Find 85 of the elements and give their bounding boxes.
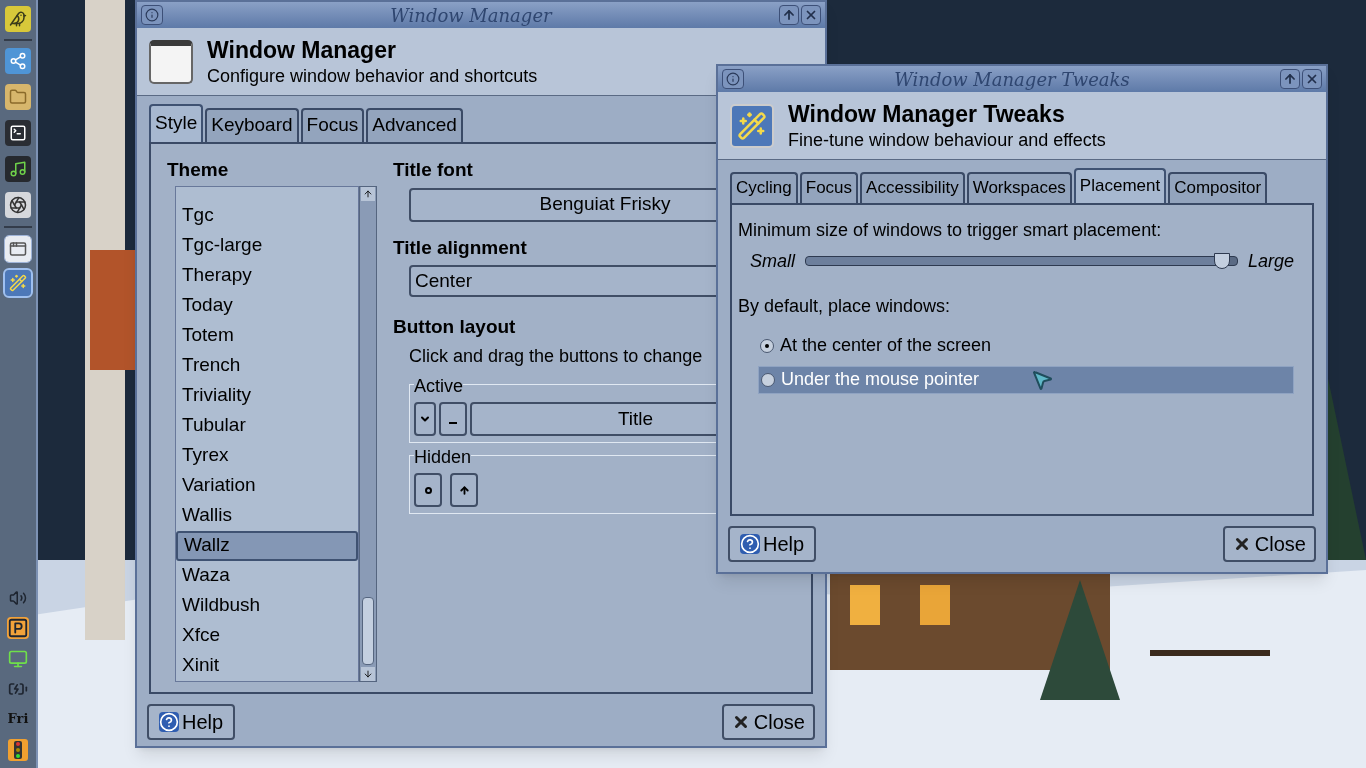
help-button[interactable]: Help [147,703,236,740]
mouse-pointer-icon [1030,368,1054,392]
monitor-icon[interactable] [8,648,28,669]
theme-item[interactable]: Wallz [176,530,358,561]
close-icon [1305,72,1319,86]
arrow-down-icon[interactable] [363,668,373,679]
music-icon[interactable] [5,156,31,182]
scrollbar-thumb[interactable] [362,596,374,665]
theme-item[interactable]: Tyrex [176,440,358,471]
wand-icon [730,103,774,148]
size-slider[interactable] [805,256,1238,267]
parking-icon[interactable] [7,616,29,639]
theme-item[interactable]: Triviality [176,380,358,411]
volume-icon[interactable] [9,588,27,607]
dialog-subheading: Configure window behavior and shortcuts [207,64,538,88]
theme-item[interactable]: Therapy [176,260,358,291]
theme-item[interactable]: Xinit [176,650,358,681]
theme-item[interactable]: Variation [176,470,358,501]
section-label: Button layout [393,315,517,339]
info-icon [145,8,159,22]
window-title: Window Manager Tweaks [894,67,1130,92]
bird-icon[interactable] [5,6,31,32]
tab[interactable]: Style [149,104,204,142]
scrollbar[interactable] [359,185,377,682]
tab[interactable]: Workspaces [966,172,1072,203]
theme-item[interactable]: Wildbush [176,590,358,621]
window-icon [149,39,193,84]
camera-icon[interactable] [5,192,31,218]
tab[interactable]: Keyboard [205,108,299,142]
window-title: Window Manager [390,3,552,28]
close-button[interactable] [1302,69,1322,89]
theme-item[interactable]: Tgc-large [176,230,358,261]
terminal-icon[interactable] [5,120,31,146]
stick-button[interactable] [414,473,442,507]
section-label: Theme [167,157,230,182]
menu-button[interactable] [414,402,436,436]
arrow-up-icon[interactable] [363,188,373,199]
section-label: Title font [393,157,474,182]
dialog-heading: Window Manager Tweaks [788,100,1066,129]
close-button[interactable]: Close [1222,526,1316,562]
theme-item[interactable]: Today [176,290,358,321]
dialog-heading: Window Manager [207,36,397,65]
window-menu-button[interactable] [722,69,744,89]
theme-item[interactable]: Tubular [176,410,358,441]
arrow-up-icon [458,484,470,496]
hint-text: Click and drag the buttons to change [409,345,703,368]
theme-item[interactable]: Totem [176,320,358,351]
tab[interactable]: Focus [799,172,859,203]
traffic-light-icon[interactable] [6,738,30,762]
tab[interactable]: Placement [1073,168,1167,203]
theme-item[interactable]: Trench [176,350,358,381]
shade-button[interactable] [450,473,478,507]
folder-icon[interactable] [5,84,31,110]
section-label: Title alignment [393,235,528,260]
maximize-button[interactable] [1280,69,1300,89]
network-icon[interactable] [5,48,31,74]
radio-option[interactable]: Under the mouse pointer [758,365,1294,394]
dialog-subheading: Fine-tune window behaviour and effects [788,128,1106,152]
wand-icon[interactable] [5,270,31,296]
radio-option[interactable]: At the center of the screen [758,331,1294,360]
minimize-button[interactable] [439,402,467,436]
window-menu-button[interactable] [141,5,163,25]
close-button[interactable]: Close [721,703,815,740]
theme-item[interactable]: Waza [176,560,358,591]
tab[interactable]: Compositor [1168,172,1268,203]
maximize-button[interactable] [779,5,799,25]
slider-thumb[interactable] [1214,253,1231,270]
help-button[interactable]: Help [728,526,817,562]
help-icon [740,534,760,554]
window-icon[interactable] [5,236,31,262]
help-icon [159,711,179,732]
radio-button[interactable] [761,372,775,387]
tab[interactable]: Accessibility [860,172,965,203]
tab[interactable]: Cycling [730,172,798,203]
radio-button[interactable] [760,338,774,353]
info-icon [726,72,740,86]
tab[interactable]: Advanced [366,108,463,142]
close-icon [804,8,818,22]
theme-item[interactable]: Wallis [176,500,358,531]
theme-item[interactable]: Tgc [176,200,358,231]
theme-item[interactable]: Xfce [176,620,358,651]
tab[interactable]: Focus [300,108,365,142]
slider-max-label: Large [1247,249,1294,273]
arrow-up-icon [1283,72,1297,86]
close-button[interactable] [801,5,821,25]
